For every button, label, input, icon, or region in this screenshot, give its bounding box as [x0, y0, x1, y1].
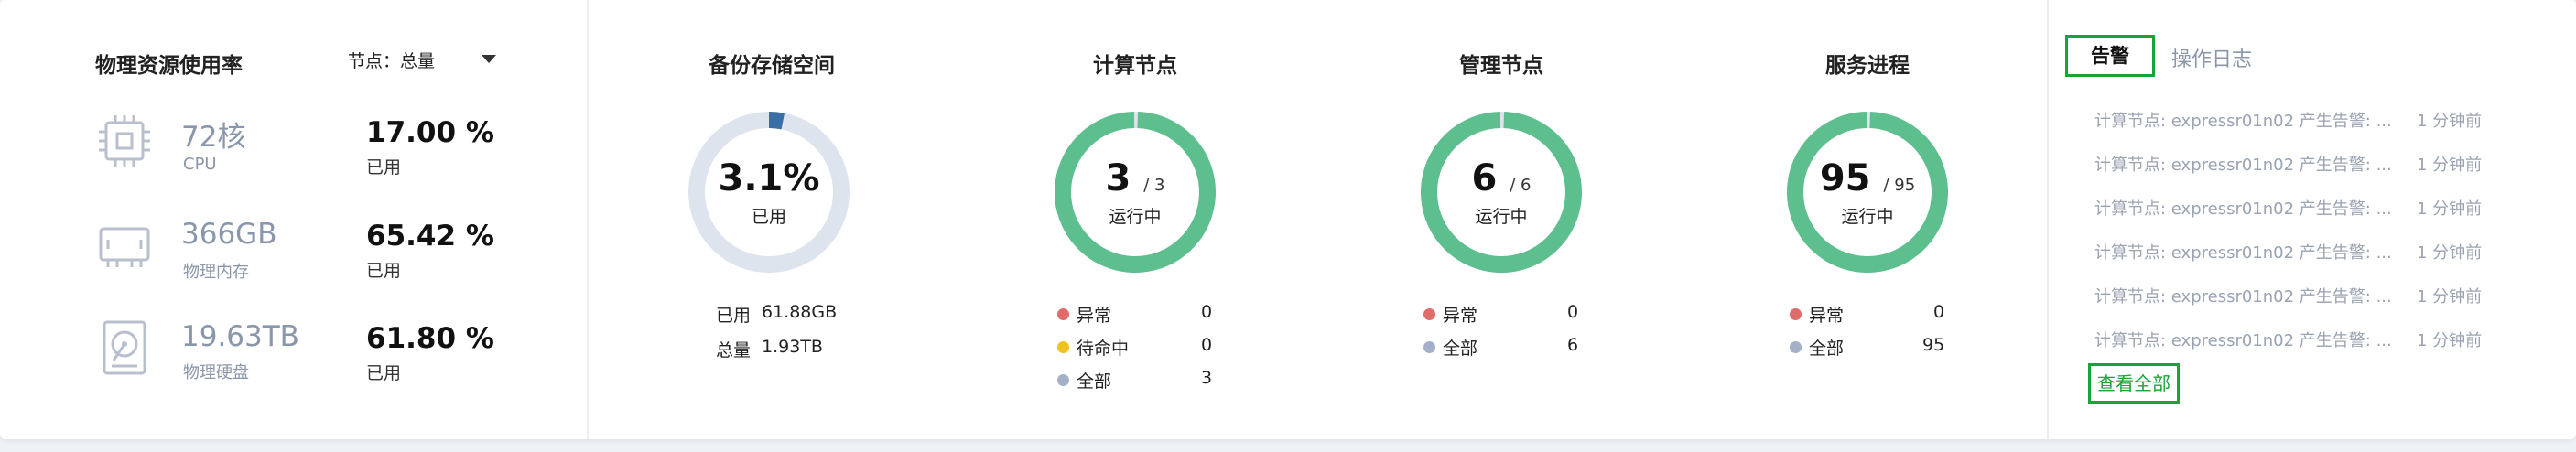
view-all-link[interactable]: 查看全部 — [2088, 363, 2180, 404]
tab-alerts[interactable]: 告警 — [2065, 35, 2155, 77]
service-legend-label-all: 全部 — [1809, 339, 1845, 359]
manage-legend-dot-abnormal — [1423, 308, 1435, 320]
compute-legend-dot-standby — [1057, 341, 1069, 353]
alert-item-text[interactable]: 计算节点: expressr01n02 产生告警: ... — [2094, 240, 2392, 264]
memory-label: 物理内存 — [183, 263, 249, 282]
manage-legend-label-abnormal: 异常 — [1443, 306, 1478, 326]
service-den: / 95 — [1883, 176, 1916, 195]
node-filter-label: 节点：总量 — [348, 51, 436, 71]
service-legend-dot-abnormal — [1790, 308, 1802, 320]
alert-item-text[interactable]: 计算节点: expressr01n02 产生告警: ... — [2094, 152, 2392, 176]
alert-item-text[interactable]: 计算节点: expressr01n02 产生告警: ... — [2094, 284, 2392, 307]
alert-item-text[interactable]: 计算节点: expressr01n02 产生告警: ... — [2094, 196, 2392, 220]
compute-legend-value-all: 3 — [1201, 368, 1213, 388]
alert-item-time: 1 分钟前 — [2417, 112, 2483, 131]
cpu-percent: 17.00 % — [366, 116, 494, 149]
alert-item-text[interactable]: 计算节点: expressr01n02 产生告警: ... — [2094, 328, 2392, 351]
resources-title: 物理资源使用率 — [95, 54, 243, 78]
backup-total-label: 总量 — [716, 340, 752, 361]
compute-legend-dot-all — [1057, 374, 1069, 386]
alert-item-text[interactable]: 计算节点: expressr01n02 产生告警: ... — [2094, 108, 2392, 132]
compute-count: 3 / 3 — [1055, 157, 1216, 199]
service-legend-value-abnormal: 0 — [1933, 302, 1945, 322]
chevron-down-icon — [482, 55, 496, 63]
service-title: 服务进程 — [1825, 54, 1910, 78]
alert-item-time: 1 分钟前 — [2417, 243, 2483, 263]
disk-value: 19.63TB — [181, 320, 299, 353]
compute-num: 3 — [1105, 157, 1131, 199]
service-sub: 运行中 — [1841, 207, 1894, 227]
divider — [587, 0, 589, 439]
backup-sub: 已用 — [751, 207, 786, 227]
compute-legend-dot-abnormal — [1057, 308, 1069, 320]
alert-item-time: 1 分钟前 — [2417, 199, 2483, 219]
manage-legend-label-all: 全部 — [1443, 339, 1478, 359]
service-count: 95 / 95 — [1787, 157, 1948, 199]
service-legend-label-abnormal: 异常 — [1809, 306, 1845, 326]
disk-percent-label: 已用 — [366, 363, 402, 383]
disk-label: 物理硬盘 — [183, 363, 249, 382]
cpu-value: 72核 — [181, 121, 246, 154]
manage-sub: 运行中 — [1475, 207, 1528, 227]
compute-legend-value-standby: 0 — [1201, 335, 1213, 355]
cpu-percent-label: 已用 — [366, 157, 402, 178]
compute-legend-label-all: 全部 — [1077, 371, 1112, 392]
manage-legend-dot-all — [1423, 341, 1435, 353]
manage-den: / 6 — [1510, 176, 1532, 195]
backup-used-value: 61.88GB — [762, 302, 838, 322]
compute-den: / 3 — [1143, 176, 1165, 195]
cpu-icon — [99, 115, 150, 167]
memory-icon — [99, 227, 150, 267]
service-num: 95 — [1819, 157, 1871, 199]
alert-item-time: 1 分钟前 — [2417, 156, 2483, 175]
manage-legend-value-abnormal: 0 — [1567, 302, 1579, 322]
tab-operation-log[interactable]: 操作日志 — [2171, 43, 2252, 72]
divider — [2047, 0, 2049, 439]
manage-count: 6 / 6 — [1421, 157, 1582, 199]
alert-item-time: 1 分钟前 — [2417, 331, 2483, 350]
service-legend-value-all: 95 — [1922, 335, 1945, 355]
backup-title: 备份存储空间 — [709, 54, 835, 78]
compute-legend-label-abnormal: 异常 — [1077, 306, 1112, 326]
backup-percent: 3.1% — [718, 157, 820, 199]
disk-icon — [103, 320, 146, 375]
compute-title: 计算节点 — [1093, 54, 1177, 78]
memory-value: 366GB — [181, 218, 277, 251]
manage-legend-value-all: 6 — [1567, 335, 1579, 355]
cpu-label: CPU — [183, 155, 217, 174]
disk-percent: 61.80 % — [366, 322, 494, 355]
memory-percent: 65.42 % — [366, 220, 494, 253]
memory-percent-label: 已用 — [366, 261, 402, 281]
dashboard-card: 物理资源使用率 节点：总量 72核 CPU 17.00 % 已用 366GB 物… — [0, 0, 2576, 439]
node-filter-dropdown[interactable]: 节点：总量 — [348, 48, 496, 72]
manage-title: 管理节点 — [1459, 54, 1543, 78]
backup-total-value: 1.93TB — [762, 337, 823, 357]
compute-sub: 运行中 — [1109, 207, 1162, 227]
service-legend-dot-all — [1790, 341, 1802, 353]
backup-used-label: 已用 — [716, 306, 752, 326]
compute-legend-label-standby: 待命中 — [1077, 339, 1130, 359]
manage-num: 6 — [1471, 157, 1498, 199]
compute-legend-value-abnormal: 0 — [1201, 302, 1213, 322]
alert-item-time: 1 分钟前 — [2417, 287, 2483, 307]
